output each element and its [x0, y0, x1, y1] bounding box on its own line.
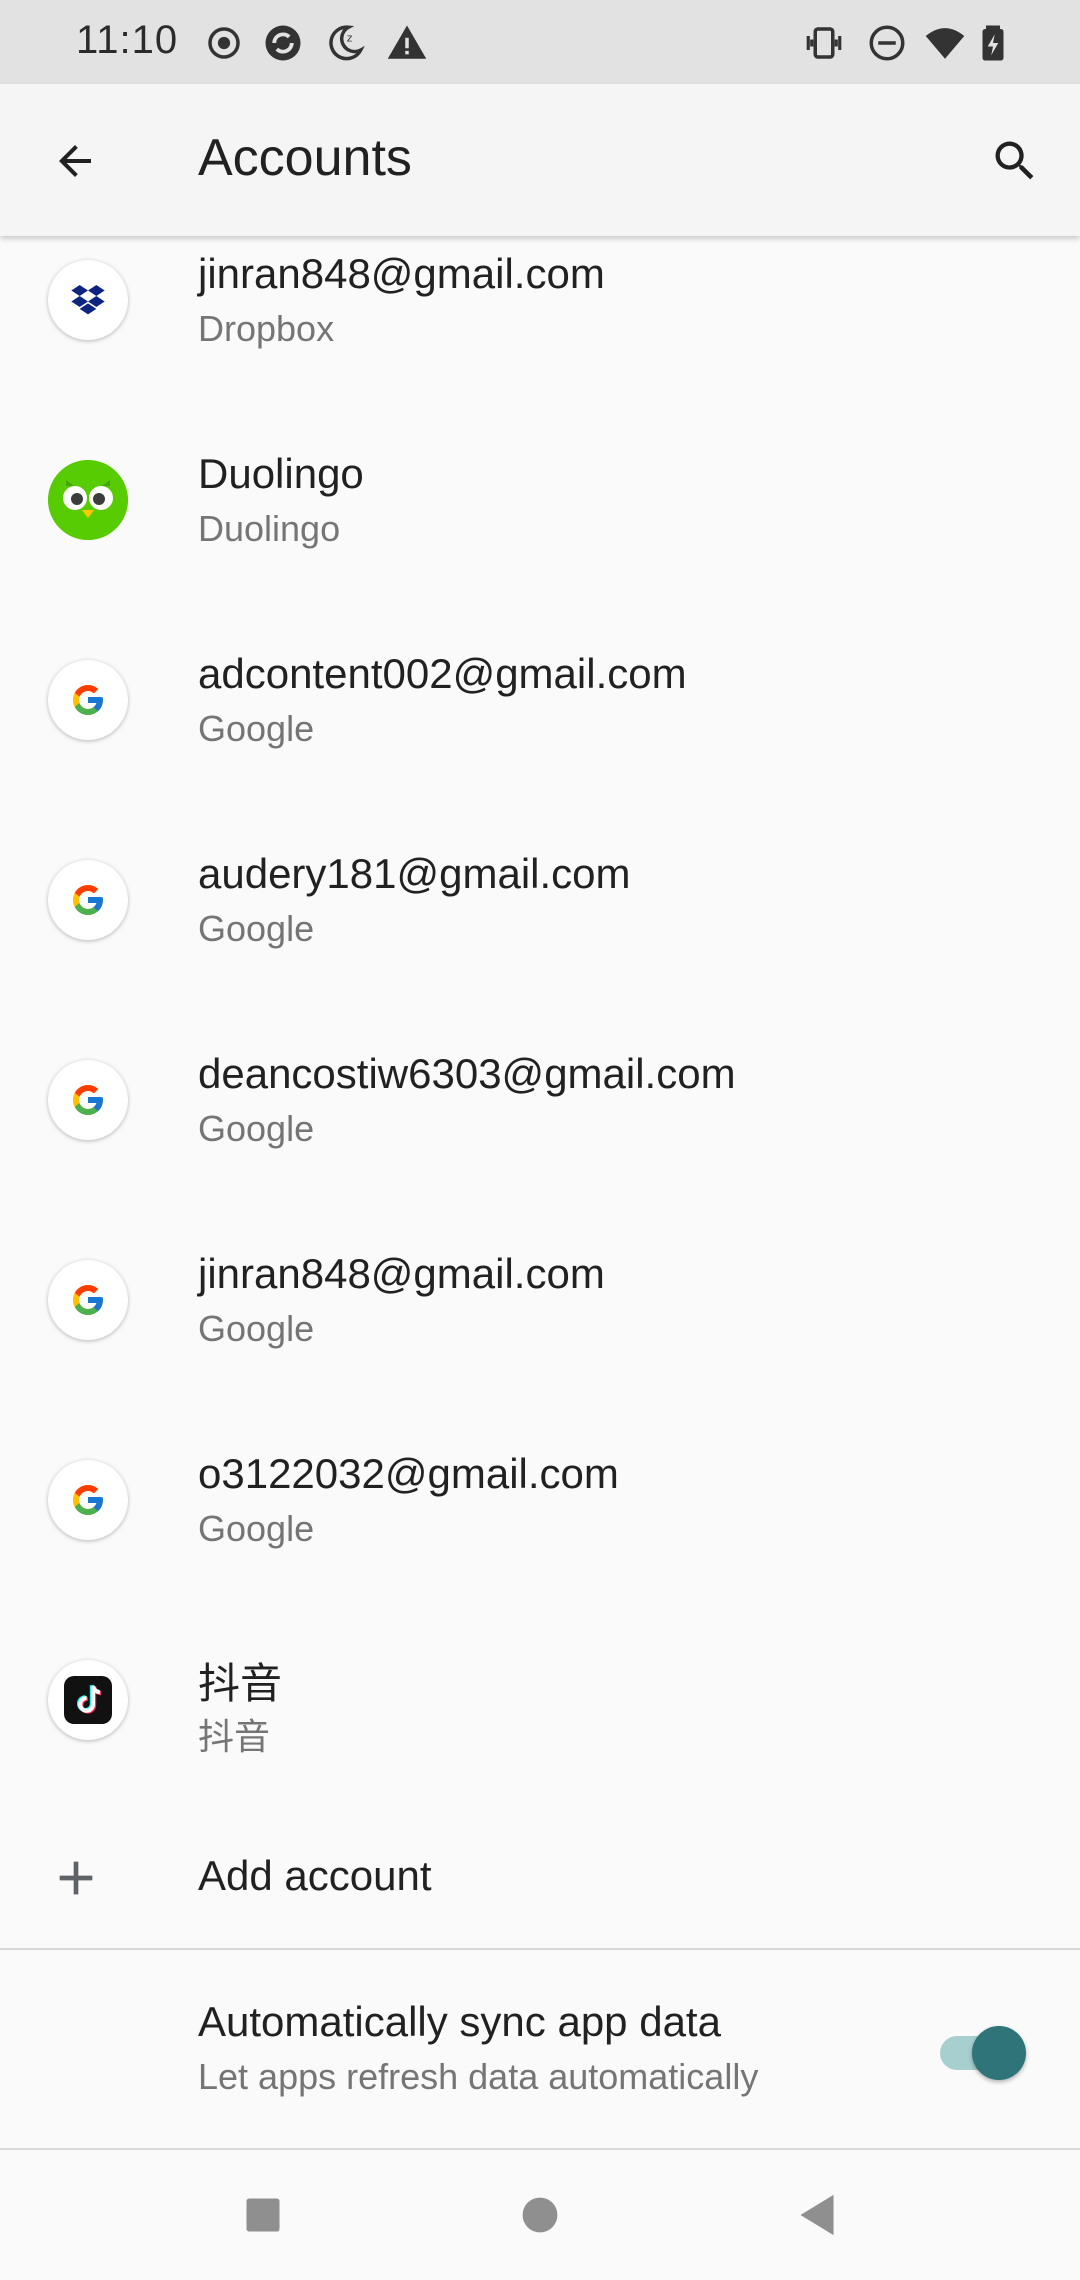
- account-list: jinran848@gmail.com Dropbox Duolingo Duo…: [0, 200, 1080, 1800]
- recents-button[interactable]: [228, 2180, 298, 2250]
- google-icon: [48, 860, 128, 940]
- page-title: Accounts: [198, 129, 412, 187]
- account-type: Google: [198, 1108, 315, 1149]
- account-name: 抖音: [198, 1660, 283, 1707]
- google-icon: [48, 1460, 128, 1540]
- arrow-back-icon: [59, 145, 91, 177]
- account-name: adcontent002@gmail.com: [198, 650, 687, 697]
- account-type: Google: [198, 708, 315, 749]
- account-item-douyin[interactable]: 抖音 抖音: [0, 1600, 1080, 1800]
- search-button[interactable]: [980, 126, 1050, 196]
- svg-text:z: z: [347, 32, 353, 44]
- record-icon: [208, 27, 240, 59]
- home-icon: [522, 2197, 558, 2233]
- auto-sync-row[interactable]: Automatically sync app data Let apps ref…: [0, 1950, 1080, 2148]
- battery-icon: [982, 25, 1004, 61]
- account-item-duolingo[interactable]: Duolingo Duolingo: [0, 400, 1080, 600]
- status-bar: 11:10 z: [0, 0, 1080, 84]
- douyin-icon: [48, 1660, 128, 1740]
- account-name: deancostiw6303@gmail.com: [198, 1050, 736, 1097]
- toggle-thumb: [972, 2026, 1026, 2080]
- search-icon: [995, 141, 1034, 180]
- accounts-screen: 11:10 z Accounts jinran848@gmail.com Dro…: [0, 0, 1080, 2280]
- account-item-google[interactable]: deancostiw6303@gmail.com Google: [0, 1000, 1080, 1200]
- app-bar: Accounts: [0, 84, 1080, 236]
- account-name: jinran848@gmail.com: [198, 1250, 605, 1297]
- vibrate-icon: [806, 27, 842, 59]
- plus-icon: [59, 1861, 93, 1895]
- back-icon: [800, 2194, 834, 2236]
- google-icon: [48, 660, 128, 740]
- account-item-google[interactable]: adcontent002@gmail.com Google: [0, 600, 1080, 800]
- dropbox-icon: [48, 260, 128, 340]
- account-item-google[interactable]: jinran848@gmail.com Google: [0, 1200, 1080, 1400]
- duolingo-icon: [48, 460, 128, 540]
- auto-sync-subtitle: Let apps refresh data automatically: [198, 2056, 759, 2097]
- warning-icon: [387, 25, 427, 59]
- add-account-label: Add account: [198, 1852, 432, 1899]
- google-icon: [48, 1260, 128, 1340]
- sync-app-icon: [265, 25, 301, 61]
- account-type: Google: [198, 908, 315, 949]
- auto-sync-toggle[interactable]: [938, 2026, 1028, 2080]
- nav-back-button[interactable]: [782, 2180, 852, 2250]
- status-time: 11:10: [76, 18, 179, 62]
- add-account-button[interactable]: Add account: [0, 1800, 1080, 1950]
- google-icon: [48, 1060, 128, 1140]
- account-name: Duolingo: [198, 450, 364, 497]
- account-name: jinran848@gmail.com: [198, 250, 605, 297]
- account-type: Duolingo: [198, 508, 341, 549]
- do-not-disturb-icon: [869, 25, 905, 61]
- wifi-icon: [925, 28, 965, 59]
- auto-sync-title: Automatically sync app data: [198, 1998, 721, 2045]
- home-button[interactable]: [505, 2180, 575, 2250]
- account-item-google[interactable]: o3122032@gmail.com Google: [0, 1400, 1080, 1600]
- night-mode-icon: z: [329, 25, 365, 61]
- account-type: Google: [198, 1308, 315, 1349]
- navigation-bar: [0, 2150, 1080, 2280]
- recents-icon: [246, 2198, 280, 2232]
- account-name: audery181@gmail.com: [198, 850, 631, 897]
- account-item-google[interactable]: audery181@gmail.com Google: [0, 800, 1080, 1000]
- account-type: Google: [198, 1508, 315, 1549]
- back-button[interactable]: [40, 126, 110, 196]
- account-type: 抖音: [198, 1716, 271, 1757]
- account-name: o3122032@gmail.com: [198, 1450, 619, 1497]
- account-type: Dropbox: [198, 308, 335, 349]
